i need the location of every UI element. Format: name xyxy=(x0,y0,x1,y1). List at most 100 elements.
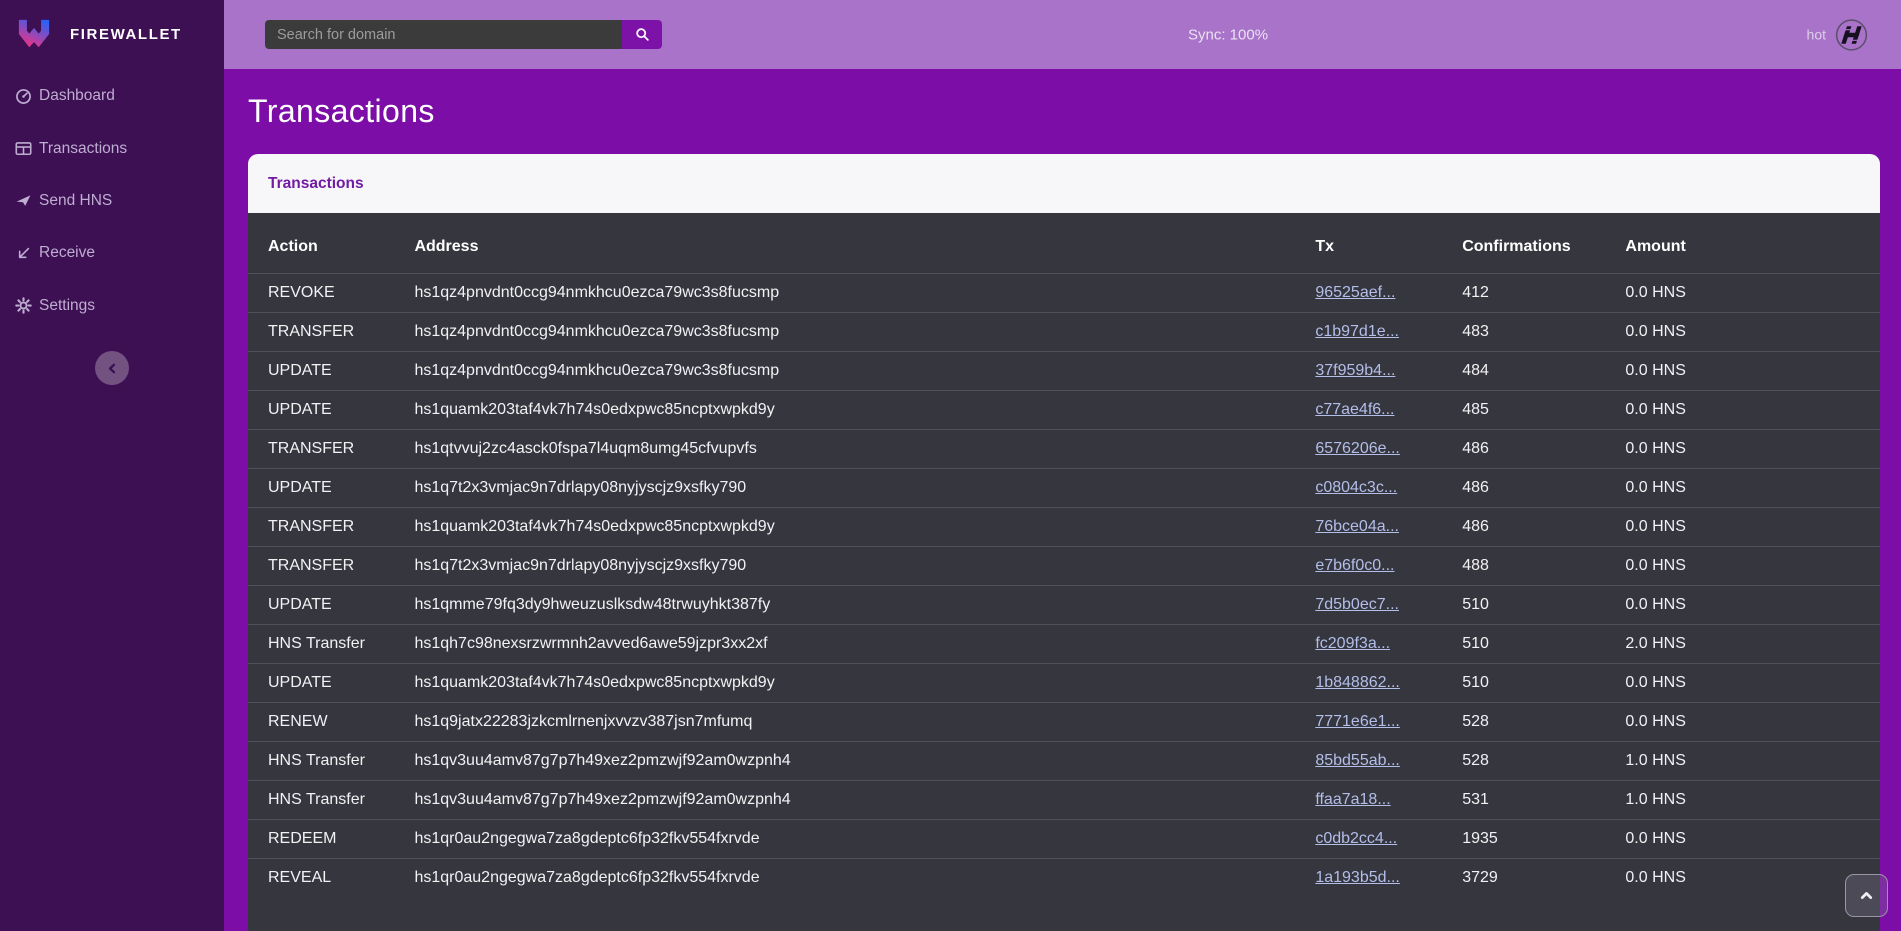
tx-link[interactable]: 85bd55ab... xyxy=(1315,752,1400,769)
tx-cell: 1b848862... xyxy=(1315,664,1462,703)
confirmations-cell: 531 xyxy=(1462,781,1625,820)
tx-link[interactable]: 37f959b4... xyxy=(1315,362,1395,379)
tx-link[interactable]: 6576206e... xyxy=(1315,440,1400,457)
gauge-icon xyxy=(15,88,32,105)
amount-cell: 0.0 HNS xyxy=(1625,391,1880,430)
tx-cell: 7d5b0ec7... xyxy=(1315,586,1462,625)
amount-cell: 0.0 HNS xyxy=(1625,586,1880,625)
action-cell: TRANSFER xyxy=(248,547,414,586)
tx-cell: 37f959b4... xyxy=(1315,352,1462,391)
send-icon xyxy=(15,192,32,209)
column-header-action: Action xyxy=(248,213,414,274)
sidebar-item-settings[interactable]: Settings xyxy=(0,280,224,332)
action-cell: UPDATE xyxy=(248,469,414,508)
confirmations-cell: 528 xyxy=(1462,742,1625,781)
address-cell: hs1qz4pnvdnt0ccg94nmkhcu0ezca79wc3s8fucs… xyxy=(414,313,1315,352)
confirmations-cell: 486 xyxy=(1462,508,1625,547)
sidebar-item-receive[interactable]: Receive xyxy=(0,227,224,279)
transactions-table-body: REVOKEhs1qz4pnvdnt0ccg94nmkhcu0ezca79wc3… xyxy=(248,274,1880,898)
domain-search xyxy=(265,20,662,49)
amount-cell: 0.0 HNS xyxy=(1625,352,1880,391)
tx-link[interactable]: 1b848862... xyxy=(1315,674,1400,691)
scroll-to-top-button[interactable] xyxy=(1845,874,1888,917)
tx-link[interactable]: ffaa7a18... xyxy=(1315,791,1390,808)
confirmations-cell: 1935 xyxy=(1462,820,1625,859)
action-cell: REVOKE xyxy=(248,274,414,313)
table-row: TRANSFERhs1qz4pnvdnt0ccg94nmkhcu0ezca79w… xyxy=(248,313,1880,352)
gear-icon xyxy=(15,297,32,314)
sidebar-item-send-hns[interactable]: Send HNS xyxy=(0,175,224,227)
wallet-account-button[interactable]: hot xyxy=(1807,18,1868,51)
tx-cell: e7b6f0c0... xyxy=(1315,547,1462,586)
topbar: Sync: 100% hot xyxy=(224,0,1901,69)
column-header-amount: Amount xyxy=(1625,213,1880,274)
action-cell: HNS Transfer xyxy=(248,625,414,664)
tx-link[interactable]: c0804c3c... xyxy=(1315,479,1397,496)
sidebar-item-dashboard[interactable]: Dashboard xyxy=(0,70,224,122)
search-button[interactable] xyxy=(622,20,662,49)
amount-cell: 0.0 HNS xyxy=(1625,430,1880,469)
column-header-tx: Tx xyxy=(1315,213,1462,274)
tx-link[interactable]: e7b6f0c0... xyxy=(1315,557,1394,574)
table-row: HNS Transferhs1qv3uu4amv87g7p7h49xez2pmz… xyxy=(248,781,1880,820)
amount-cell: 0.0 HNS xyxy=(1625,859,1880,898)
amount-cell: 0.0 HNS xyxy=(1625,664,1880,703)
tx-cell: 7771e6e1... xyxy=(1315,703,1462,742)
tx-link[interactable]: 7771e6e1... xyxy=(1315,713,1400,730)
receive-arrow-icon xyxy=(15,245,32,262)
tx-link[interactable]: 96525aef... xyxy=(1315,284,1395,301)
confirmations-cell: 510 xyxy=(1462,586,1625,625)
confirmations-cell: 483 xyxy=(1462,313,1625,352)
search-input[interactable] xyxy=(265,20,622,49)
address-cell: hs1quamk203taf4vk7h74s0edxpwc85ncptxwpkd… xyxy=(414,664,1315,703)
search-icon xyxy=(635,27,650,42)
main-content: Transactions Transactions Action Address… xyxy=(224,69,1901,931)
action-cell: REDEEM xyxy=(248,820,414,859)
tx-link[interactable]: c0db2cc4... xyxy=(1315,830,1397,847)
action-cell: TRANSFER xyxy=(248,313,414,352)
table-row: UPDATEhs1quamk203taf4vk7h74s0edxpwc85ncp… xyxy=(248,391,1880,430)
brand-name: FIREWALLET xyxy=(70,26,182,43)
tx-cell: 96525aef... xyxy=(1315,274,1462,313)
table-row: TRANSFERhs1quamk203taf4vk7h74s0edxpwc85n… xyxy=(248,508,1880,547)
sidebar-collapse-button[interactable] xyxy=(95,351,129,385)
tx-link[interactable]: c1b97d1e... xyxy=(1315,323,1399,340)
tx-cell: c0db2cc4... xyxy=(1315,820,1462,859)
tx-cell: 85bd55ab... xyxy=(1315,742,1462,781)
tx-cell: 6576206e... xyxy=(1315,430,1462,469)
action-cell: UPDATE xyxy=(248,391,414,430)
brand-logo[interactable]: FIREWALLET xyxy=(0,0,224,69)
sidebar-item-transactions[interactable]: Transactions xyxy=(0,122,224,174)
tx-link[interactable]: fc209f3a... xyxy=(1315,635,1390,652)
table-row: HNS Transferhs1qv3uu4amv87g7p7h49xez2pmz… xyxy=(248,742,1880,781)
confirmations-cell: 486 xyxy=(1462,430,1625,469)
sync-status: Sync: 100% xyxy=(1188,26,1268,43)
tx-cell: fc209f3a... xyxy=(1315,625,1462,664)
amount-cell: 0.0 HNS xyxy=(1625,703,1880,742)
tx-link[interactable]: 7d5b0ec7... xyxy=(1315,596,1399,613)
firewallet-logo-icon xyxy=(17,16,51,54)
address-cell: hs1q7t2x3vmjac9n7drlapy08nyjyscjz9xsfky7… xyxy=(414,469,1315,508)
amount-cell: 0.0 HNS xyxy=(1625,313,1880,352)
action-cell: UPDATE xyxy=(248,352,414,391)
action-cell: TRANSFER xyxy=(248,508,414,547)
confirmations-cell: 486 xyxy=(1462,469,1625,508)
address-cell: hs1qz4pnvdnt0ccg94nmkhcu0ezca79wc3s8fucs… xyxy=(414,274,1315,313)
card-title: Transactions xyxy=(268,175,364,193)
address-cell: hs1qv3uu4amv87g7p7h49xez2pmzwjf92am0wzpn… xyxy=(414,781,1315,820)
tx-link[interactable]: c77ae4f6... xyxy=(1315,401,1394,418)
tx-link[interactable]: 76bce04a... xyxy=(1315,518,1399,535)
table-header-row: Action Address Tx Confirmations Amount xyxy=(248,213,1880,274)
tx-link[interactable]: 1a193b5d... xyxy=(1315,869,1400,886)
transactions-card: Transactions Action Address Tx Confirmat… xyxy=(248,154,1880,931)
amount-cell: 0.0 HNS xyxy=(1625,469,1880,508)
action-cell: RENEW xyxy=(248,703,414,742)
sidebar: FIREWALLET Dashboard Transactions Send H… xyxy=(0,0,224,931)
sidebar-item-label: Transactions xyxy=(39,140,127,158)
tx-cell: c0804c3c... xyxy=(1315,469,1462,508)
sidebar-item-label: Dashboard xyxy=(39,87,115,105)
tx-cell: ffaa7a18... xyxy=(1315,781,1462,820)
action-cell: TRANSFER xyxy=(248,430,414,469)
table-row: REVEALhs1qr0au2ngegwa7za8gdeptc6fp32fkv5… xyxy=(248,859,1880,898)
page-title: Transactions xyxy=(248,93,1901,130)
